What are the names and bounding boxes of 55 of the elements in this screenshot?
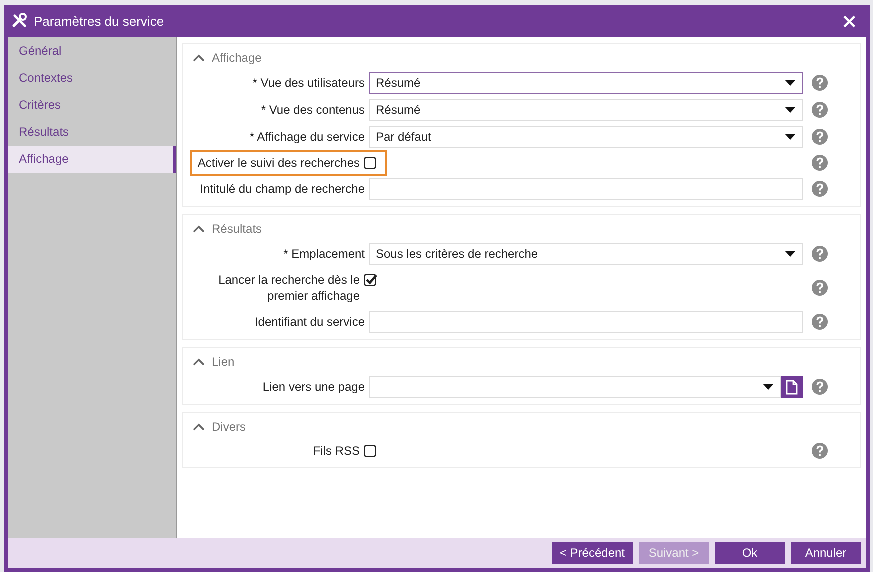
field-label: * Vue des utilisateurs [252,76,365,90]
help-icon [812,102,828,118]
window-title: Paramètres du service [34,14,166,28]
caret-down-icon [785,80,796,86]
input-field[interactable] [369,178,803,200]
caret-down-icon [785,251,796,257]
section-toggle[interactable]: Affichage [183,44,860,72]
dialog-button[interactable]: Annuler [791,542,861,564]
section-toggle[interactable]: Lien [183,348,860,376]
field-label: * Emplacement [282,247,365,261]
sidebar-item[interactable]: Contextes [8,65,176,92]
help-icon [812,280,828,296]
chevron-up-icon [193,358,205,366]
close-button[interactable]: × [835,11,864,31]
sidebar-item[interactable]: Résultats [8,119,176,146]
sidebar-item[interactable]: Critères [8,92,176,119]
tools-icon [12,13,28,29]
dropdown[interactable]: Sous les critères de recherche [369,243,803,265]
field-label: * Affichage du service [248,130,365,144]
input-field[interactable] [369,311,803,333]
sidebar-item[interactable]: Général [8,38,176,65]
caret-down-icon [785,107,796,113]
checkbox[interactable] [364,157,377,170]
field-label: Lien vers une page [262,380,365,394]
section-toggle[interactable]: Résultats [183,215,860,243]
help-icon [812,443,828,459]
section-toggle[interactable]: Divers [183,413,860,441]
help-icon [812,314,828,330]
checkbox-checked[interactable] [364,274,377,287]
chevron-up-icon [193,54,205,62]
help-icon [812,181,828,197]
dropdown[interactable]: Résumé [369,72,803,94]
help-icon [812,129,828,145]
help-icon [812,75,828,91]
field-label: Activer le suivi des recherches [198,155,360,171]
field-label: Intitulé du champ de recherche [199,182,365,196]
chevron-up-icon [193,423,205,431]
page-icon [786,380,798,394]
dialog-button[interactable]: < Précédent [552,542,633,564]
dropdown[interactable]: Résumé [369,99,803,121]
dialog-button[interactable]: Ok [715,542,785,564]
field-label: Identifiant du service [254,315,365,329]
sidebar-item[interactable]: Affichage [8,146,176,173]
dropdown[interactable]: Par défaut [369,126,803,148]
help-icon [812,246,828,262]
page-picker-button[interactable] [781,376,803,398]
field-label: Lancer la recherche dès le premier affichage [218,272,360,304]
caret-down-icon [763,384,774,390]
chevron-up-icon [193,225,205,233]
field-label: Fils RSS [313,443,360,459]
help-icon [812,379,828,395]
checkbox[interactable] [364,445,377,458]
caret-down-icon [785,134,796,140]
field-label: * Vue des contenus [260,103,365,117]
help-icon [812,155,828,171]
